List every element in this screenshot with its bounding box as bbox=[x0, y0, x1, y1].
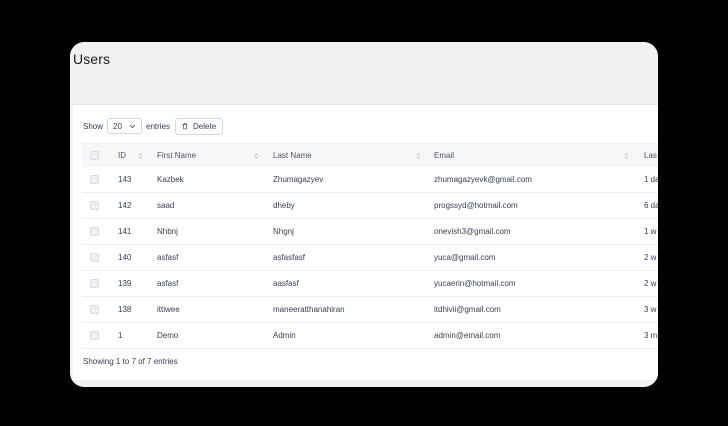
delete-label: Delete bbox=[193, 121, 217, 131]
row-checkbox[interactable] bbox=[90, 253, 99, 262]
row-checkbox[interactable] bbox=[90, 175, 99, 184]
cell-first-name: saad bbox=[157, 201, 175, 210]
cell-email: yuca@gmail.com bbox=[434, 253, 496, 262]
header-last-name[interactable]: Last Name bbox=[273, 151, 312, 160]
cell-last-name: dheby bbox=[273, 201, 295, 210]
cell-first-name: ittiwee bbox=[157, 305, 180, 314]
table-row[interactable]: 1 Demo Admin admin@email.com 3 m bbox=[82, 323, 658, 349]
cell-email: progssyd@hotmail.com bbox=[434, 201, 518, 210]
cell-email: zhumagazyevk@gmail.com bbox=[434, 175, 532, 184]
trash-icon bbox=[182, 123, 188, 130]
cell-id: 142 bbox=[118, 201, 132, 210]
page-size-value: 20 bbox=[113, 121, 122, 131]
table-toolbar: Show 20 entries Delete bbox=[83, 117, 224, 135]
cell-last-name: maneeratthanahiran bbox=[273, 305, 345, 314]
header-email[interactable]: Email bbox=[434, 151, 454, 160]
cell-first-name: asfasf bbox=[157, 253, 179, 262]
header-first-name[interactable]: First Name bbox=[157, 151, 196, 160]
sort-icon[interactable] bbox=[254, 152, 259, 160]
cell-id: 140 bbox=[118, 253, 132, 262]
chevron-down-icon bbox=[129, 124, 136, 128]
table-row[interactable]: 138 ittiwee maneeratthanahiran itdhivii@… bbox=[82, 297, 658, 323]
table-row[interactable]: 142 saad dheby progssyd@hotmail.com 6 da bbox=[82, 193, 658, 219]
cell-first-name: Nhbnj bbox=[157, 227, 178, 236]
sort-icon[interactable] bbox=[624, 152, 629, 160]
cell-email: onevish3@gmail.com bbox=[434, 227, 511, 236]
users-table-card: Show 20 entries Delete ID First Name Las… bbox=[73, 104, 658, 380]
page-title: Users bbox=[73, 51, 111, 67]
select-all-checkbox[interactable] bbox=[90, 151, 99, 160]
table-row[interactable]: 140 asfasf asfasfasf yuca@gmail.com 2 w bbox=[82, 245, 658, 271]
table-header: ID First Name Last Name Email Las bbox=[82, 143, 658, 167]
table-row[interactable]: 139 asfasf aasfasf yucaerin@hotmail.com … bbox=[82, 271, 658, 297]
delete-button[interactable]: Delete bbox=[175, 117, 224, 135]
cell-id: 139 bbox=[118, 279, 132, 288]
cell-last-column: 3 w bbox=[644, 305, 657, 314]
table-summary: Showing 1 to 7 of 7 entries bbox=[83, 357, 178, 366]
table-row[interactable]: 143 Kazbek Zhumagazyev zhumagazyevk@gmai… bbox=[82, 167, 658, 193]
cell-last-column: 1 da bbox=[644, 175, 658, 184]
entries-label: entries bbox=[146, 121, 171, 131]
cell-last-column: 3 m bbox=[644, 331, 658, 340]
table-row[interactable]: 141 Nhbnj Nhgnj onevish3@gmail.com 1 w bbox=[82, 219, 658, 245]
row-checkbox[interactable] bbox=[90, 201, 99, 210]
cell-last-name: Nhgnj bbox=[273, 227, 294, 236]
cell-id: 138 bbox=[118, 305, 132, 314]
cell-id: 143 bbox=[118, 175, 132, 184]
cell-last-name: asfasfasf bbox=[273, 253, 306, 262]
cell-first-name: Demo bbox=[157, 331, 179, 340]
cell-last-column: 2 w bbox=[644, 253, 657, 262]
cell-last-column: 1 w bbox=[644, 227, 657, 236]
row-checkbox[interactable] bbox=[90, 227, 99, 236]
row-checkbox[interactable] bbox=[90, 305, 99, 314]
cell-email: admin@email.com bbox=[434, 331, 501, 340]
cell-email: yucaerin@hotmail.com bbox=[434, 279, 516, 288]
app-window: Users Show 20 entries Delete ID First Na… bbox=[70, 42, 658, 387]
row-checkbox[interactable] bbox=[90, 331, 99, 340]
cell-last-name: Admin bbox=[273, 331, 296, 340]
header-last-column[interactable]: Las bbox=[644, 151, 657, 160]
cell-last-column: 6 da bbox=[644, 201, 658, 210]
cell-first-name: asfasf bbox=[157, 279, 179, 288]
row-checkbox[interactable] bbox=[90, 279, 99, 288]
cell-id: 1 bbox=[118, 331, 123, 340]
cell-last-column: 2 w bbox=[644, 279, 657, 288]
cell-first-name: Kazbek bbox=[157, 175, 184, 184]
header-id[interactable]: ID bbox=[118, 151, 126, 160]
sort-icon[interactable] bbox=[138, 152, 143, 160]
page-size-select[interactable]: 20 bbox=[107, 118, 143, 134]
show-label: Show bbox=[83, 121, 104, 131]
cell-last-name: Zhumagazyev bbox=[273, 175, 324, 184]
cell-email: itdhivii@gmail.com bbox=[434, 305, 501, 314]
users-table: ID First Name Last Name Email Las 143 Ka… bbox=[82, 143, 658, 349]
cell-id: 141 bbox=[118, 227, 132, 236]
sort-icon[interactable] bbox=[416, 152, 421, 160]
cell-last-name: aasfasf bbox=[273, 279, 299, 288]
